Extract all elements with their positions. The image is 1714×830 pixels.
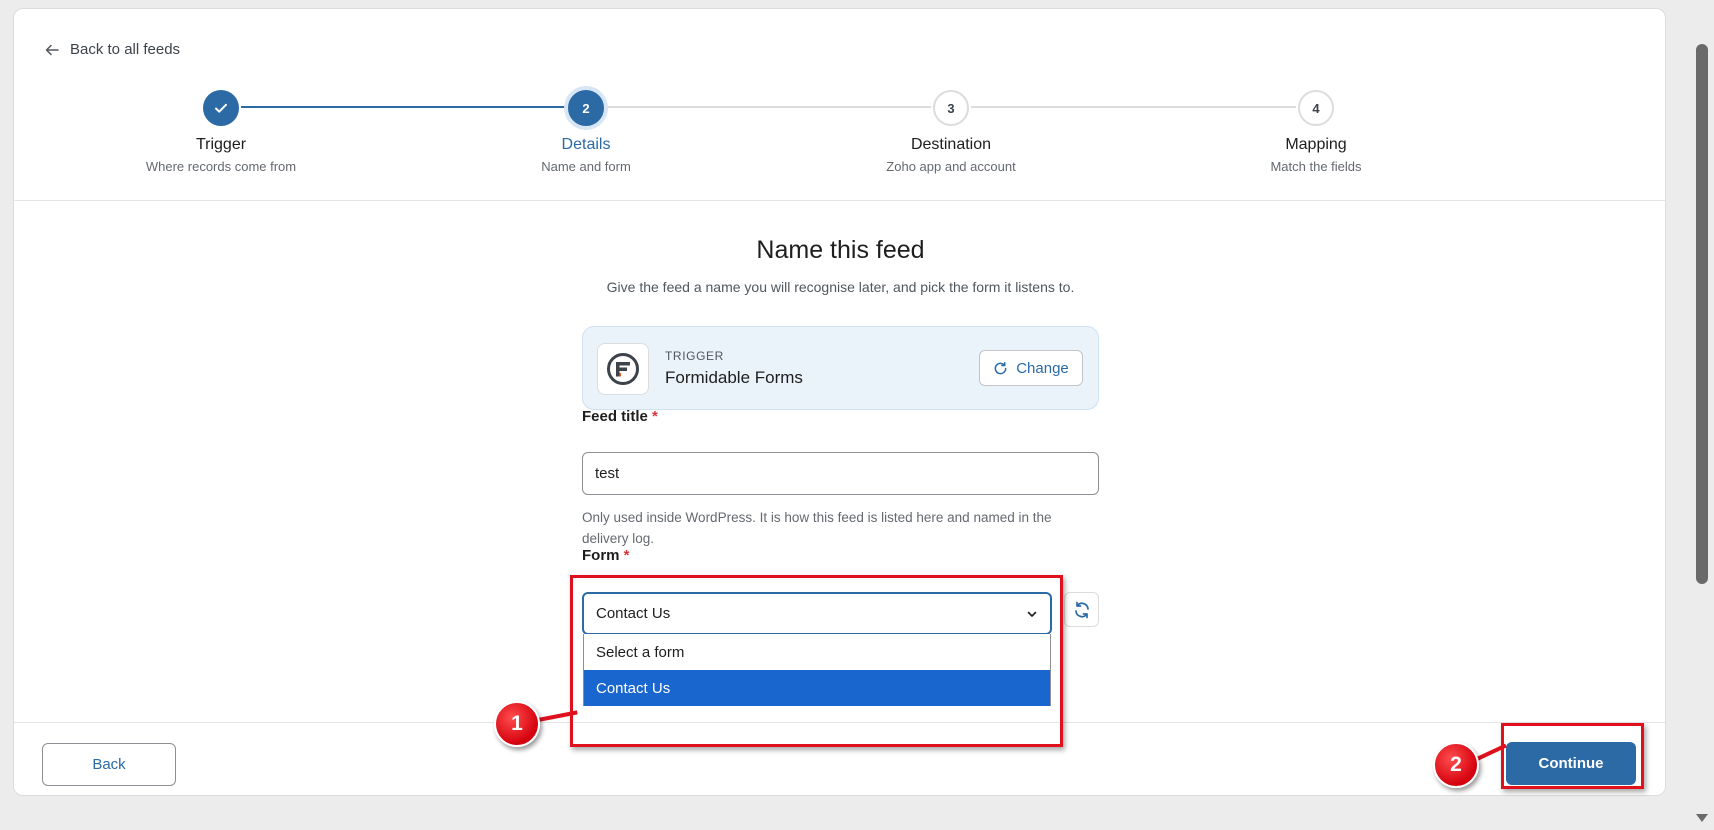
trigger-name: Formidable Forms xyxy=(665,368,803,387)
sync-icon xyxy=(1074,601,1089,618)
change-trigger-label: Change xyxy=(1016,359,1069,377)
step-1-title: Trigger xyxy=(195,136,247,153)
form-label-text: Form xyxy=(582,547,620,564)
step-mapping[interactable]: 4 Mapping Match the fields xyxy=(1186,90,1446,174)
scrollbar-thumb[interactable] xyxy=(1696,44,1708,584)
arrow-left-icon xyxy=(45,44,59,55)
continue-button[interactable]: Continue xyxy=(1506,742,1636,785)
checkmark-icon xyxy=(215,103,227,113)
feed-title-help: Only used inside WordPress. It is how th… xyxy=(582,510,1052,546)
step-trigger[interactable]: Trigger Where records come from xyxy=(91,90,351,174)
form-label: Form * xyxy=(582,547,630,564)
page-scrollbar[interactable] xyxy=(1690,0,1714,830)
wizard-stepper: Back to all feeds Trigger Where records … xyxy=(14,9,1665,201)
page-title: Name this feed xyxy=(756,236,925,264)
back-to-feeds-link[interactable]: Back to all feeds xyxy=(44,41,180,58)
formidable-forms-logo xyxy=(597,343,649,395)
step-1-circle xyxy=(203,90,239,126)
step-3-subtitle: Zoho app and account xyxy=(886,159,1016,174)
feed-title-input[interactable]: test xyxy=(582,452,1099,495)
step-3-circle: 3 xyxy=(933,90,969,126)
refresh-icon xyxy=(994,361,1007,374)
page-subtitle: Give the feed a name you will recognise … xyxy=(606,279,1075,295)
step-4-circle: 4 xyxy=(1298,90,1334,126)
feed-title-label-text: Feed title xyxy=(582,408,648,425)
step-2-subtitle: Name and form xyxy=(541,159,631,174)
step-4-subtitle: Match the fields xyxy=(1270,159,1362,174)
step-2-title: Details xyxy=(561,136,611,153)
form-select[interactable]: Contact Us xyxy=(582,592,1052,635)
form-option-select-a-form[interactable]: Select a form xyxy=(584,634,1050,670)
back-to-feeds-label: Back to all feeds xyxy=(70,41,181,58)
feed-wizard-card: Back to all feeds Trigger Where records … xyxy=(13,8,1666,796)
form-select-dropdown: Select a form Contact Us xyxy=(583,634,1051,706)
required-mark: * xyxy=(652,408,658,425)
trigger-kicker: TRIGGER xyxy=(665,349,724,363)
step-2-circle: 2 xyxy=(568,90,604,126)
form-select-value: Contact Us xyxy=(596,605,671,622)
feed-title-label: Feed title * xyxy=(582,408,658,425)
formidable-logo-icon xyxy=(607,353,639,385)
feed-title-value: test xyxy=(595,465,620,482)
step-3-title: Destination xyxy=(910,136,992,153)
form-option-contact-us[interactable]: Contact Us xyxy=(584,670,1050,706)
step-destination[interactable]: 3 Destination Zoho app and account xyxy=(821,90,1081,174)
step-4-title: Mapping xyxy=(1285,136,1347,153)
chevron-down-icon xyxy=(1027,611,1037,617)
refresh-forms-button[interactable] xyxy=(1064,592,1099,627)
step-1-subtitle: Where records come from xyxy=(145,159,297,174)
annotation-marker-2: 2 xyxy=(1433,742,1479,788)
wizard-footer: Back Continue xyxy=(14,722,1665,795)
back-button[interactable]: Back xyxy=(42,743,176,786)
required-mark: * xyxy=(623,547,630,564)
scroll-down-icon[interactable] xyxy=(1696,814,1708,822)
change-trigger-button[interactable]: Change xyxy=(979,350,1083,386)
trigger-summary: TRIGGER Formidable Forms Change xyxy=(582,326,1099,410)
step-details[interactable]: 2 Details Name and form xyxy=(456,90,716,174)
details-form: Name this feed Give the feed a name you … xyxy=(14,202,1665,722)
annotation-marker-1: 1 xyxy=(494,701,540,747)
page: Back to all feeds Trigger Where records … xyxy=(0,0,1714,830)
